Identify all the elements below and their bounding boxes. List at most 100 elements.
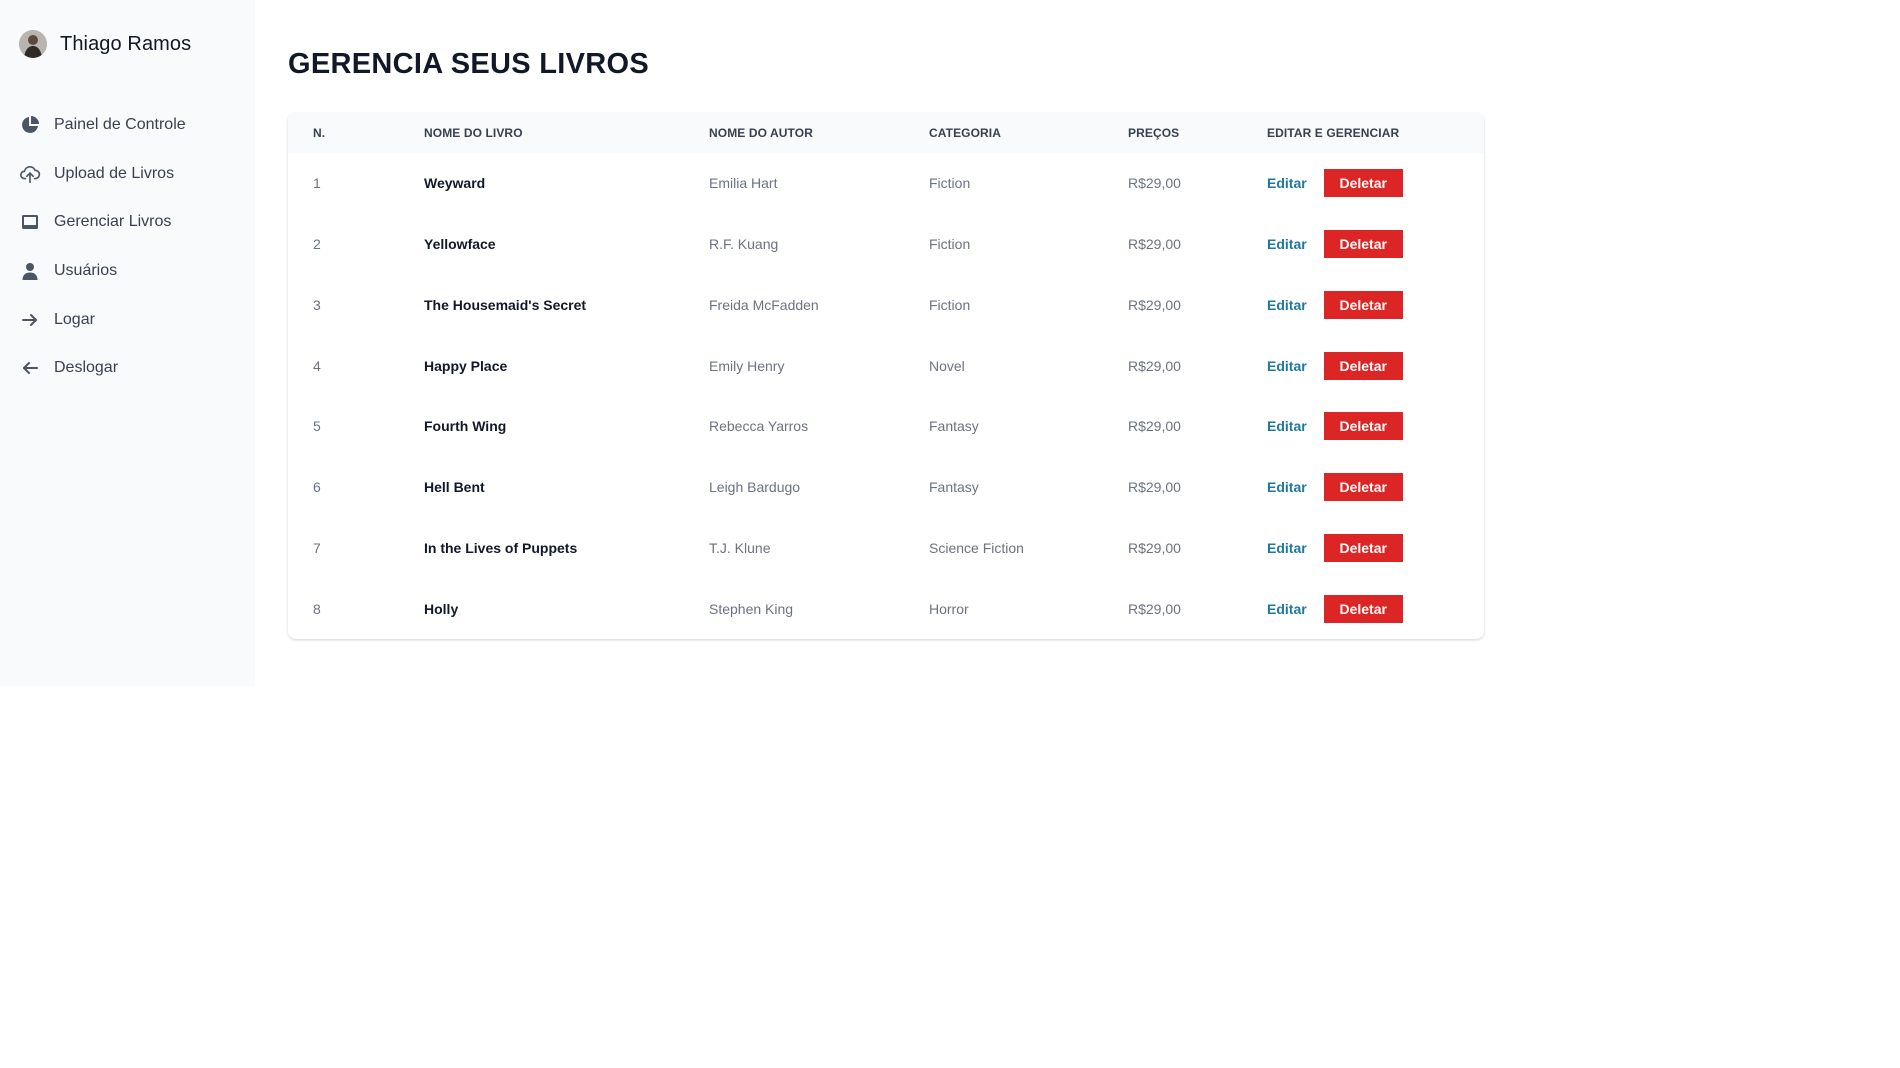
author-name: T.J. Klune	[709, 539, 771, 556]
sidebar-nav: Painel de Controle Upload de Livros Gere…	[19, 101, 249, 393]
author-name: R.F. Kuang	[709, 236, 779, 253]
column-header-book-name: NOME DO LIVRO	[424, 126, 523, 140]
cloud-upload-icon	[19, 163, 41, 185]
row-number: 8	[313, 600, 321, 617]
category: Fantasy	[929, 418, 979, 435]
book-name: Yellowface	[424, 236, 496, 253]
avatar	[19, 30, 47, 58]
sidebar-item-label: Upload de Livros	[54, 164, 175, 182]
edit-link[interactable]: Editar	[1267, 479, 1307, 495]
edit-link[interactable]: Editar	[1267, 175, 1307, 191]
author-name: Rebecca Yarros	[709, 418, 809, 435]
table-row: 4 Happy Place Emily Henry Novel R$29,00 Edita…	[288, 335, 1484, 396]
delete-button[interactable]: Deletar	[1323, 412, 1403, 441]
sidebar-item-upload-de-livros[interactable]: Upload de Livros	[19, 150, 249, 199]
user-icon	[19, 260, 41, 282]
table-row: 1 Weyward Emilia Hart Fiction R$29,00 Editar D…	[288, 153, 1484, 214]
book-name: Hell Bent	[424, 479, 485, 496]
category: Horror	[929, 600, 969, 617]
delete-button[interactable]: Deletar	[1323, 533, 1403, 562]
row-number: 2	[313, 236, 321, 253]
sidebar-item-deslogar[interactable]: Deslogar	[19, 344, 249, 393]
table-header-row: N. NOME DO LIVRO NOME DO AUTOR CATEGORIA…	[288, 113, 1484, 153]
edit-link[interactable]: Editar	[1267, 418, 1307, 434]
sidebar-item-label: Gerenciar Livros	[54, 213, 172, 231]
row-actions: Editar Deletar	[1242, 335, 1484, 396]
inbox-icon	[19, 211, 41, 233]
price: R$29,00	[1128, 296, 1181, 313]
table-row: 6 Hell Bent Leigh Bardugo Fantasy R$29,00 Edi…	[288, 457, 1484, 518]
delete-button[interactable]: Deletar	[1323, 351, 1403, 380]
book-name: Fourth Wing	[424, 418, 507, 435]
row-number: 3	[313, 296, 321, 313]
row-actions: Editar Deletar	[1242, 153, 1484, 214]
pie-chart-icon	[19, 114, 41, 136]
row-actions: Editar Deletar	[1242, 518, 1484, 579]
user-name: Thiago Ramos	[60, 32, 192, 55]
price: R$29,00	[1128, 357, 1181, 374]
column-header-number: N.	[313, 126, 326, 140]
category: Novel	[929, 357, 965, 374]
book-name: Weyward	[424, 175, 486, 192]
row-number: 5	[313, 418, 321, 435]
book-name: Holly	[424, 600, 459, 617]
row-actions: Editar Deletar	[1242, 214, 1484, 275]
row-number: 4	[313, 357, 321, 374]
table-row: 5 Fourth Wing Rebecca Yarros Fantasy R$29,00…	[288, 396, 1484, 457]
price: R$29,00	[1128, 175, 1181, 192]
edit-link[interactable]: Editar	[1267, 358, 1307, 374]
delete-button[interactable]: Deletar	[1323, 230, 1403, 259]
author-name: Stephen King	[709, 600, 794, 617]
delete-button[interactable]: Deletar	[1323, 594, 1403, 623]
column-header-actions: EDITAR E GERENCIAR	[1267, 126, 1400, 140]
author-name: Leigh Bardugo	[709, 479, 801, 496]
row-actions: Editar Deletar	[1242, 457, 1484, 518]
category: Science Fiction	[929, 539, 1024, 556]
sidebar-item-usuarios[interactable]: Usuários	[19, 247, 249, 296]
book-name: In the Lives of Puppets	[424, 539, 578, 556]
edit-link[interactable]: Editar	[1267, 601, 1307, 617]
sidebar-item-logar[interactable]: Logar	[19, 295, 249, 344]
user-profile[interactable]: Thiago Ramos	[19, 30, 191, 58]
sidebar-item-painel-de-controle[interactable]: Painel de Controle	[19, 101, 249, 150]
author-name: Emilia Hart	[709, 175, 778, 192]
author-name: Emily Henry	[709, 357, 785, 374]
table-row: 2 Yellowface R.F. Kuang Fiction R$29,00 Edita…	[288, 214, 1484, 275]
delete-button[interactable]: Deletar	[1323, 473, 1403, 502]
sidebar-item-label: Usuários	[54, 262, 118, 280]
book-name: The Housemaid's Secret	[424, 296, 587, 313]
table-body: 1 Weyward Emilia Hart Fiction R$29,00 Editar D…	[288, 153, 1484, 639]
edit-link[interactable]: Editar	[1267, 540, 1307, 556]
price: R$29,00	[1128, 539, 1181, 556]
category: Fiction	[929, 175, 971, 192]
category: Fiction	[929, 296, 971, 313]
page-title: GERENCIA SEUS LIVROS	[288, 48, 650, 80]
delete-button[interactable]: Deletar	[1323, 169, 1403, 198]
arrow-left-icon	[19, 357, 41, 379]
arrow-right-icon	[19, 309, 41, 331]
sidebar-item-label: Deslogar	[54, 359, 119, 377]
sidebar-item-label: Painel de Controle	[54, 116, 186, 134]
column-header-category: CATEGORIA	[929, 126, 1002, 140]
author-name: Freida McFadden	[709, 296, 819, 313]
column-header-price: PREÇOS	[1128, 126, 1180, 140]
books-table-card: N. NOME DO LIVRO NOME DO AUTOR CATEGORIA…	[288, 113, 1484, 639]
price: R$29,00	[1128, 236, 1181, 253]
delete-button[interactable]: Deletar	[1323, 290, 1403, 319]
category: Fantasy	[929, 479, 979, 496]
edit-link[interactable]: Editar	[1267, 236, 1307, 252]
row-actions: Editar Deletar	[1242, 396, 1484, 457]
price: R$29,00	[1128, 479, 1181, 496]
column-header-author-name: NOME DO AUTOR	[709, 126, 813, 140]
books-table: N. NOME DO LIVRO NOME DO AUTOR CATEGORIA…	[288, 113, 1484, 639]
category: Fiction	[929, 236, 971, 253]
row-number: 6	[313, 479, 321, 496]
edit-link[interactable]: Editar	[1267, 297, 1307, 313]
table-row: 7 In the Lives of Puppets T.J. Klune Scienc…	[288, 518, 1484, 579]
row-actions: Editar Deletar	[1242, 578, 1484, 639]
sidebar: Thiago Ramos Painel de Controle Upload d…	[0, 0, 255, 686]
price: R$29,00	[1128, 418, 1181, 435]
sidebar-item-label: Logar	[54, 310, 95, 328]
sidebar-item-gerenciar-livros[interactable]: Gerenciar Livros	[19, 198, 249, 247]
price: R$29,00	[1128, 600, 1181, 617]
